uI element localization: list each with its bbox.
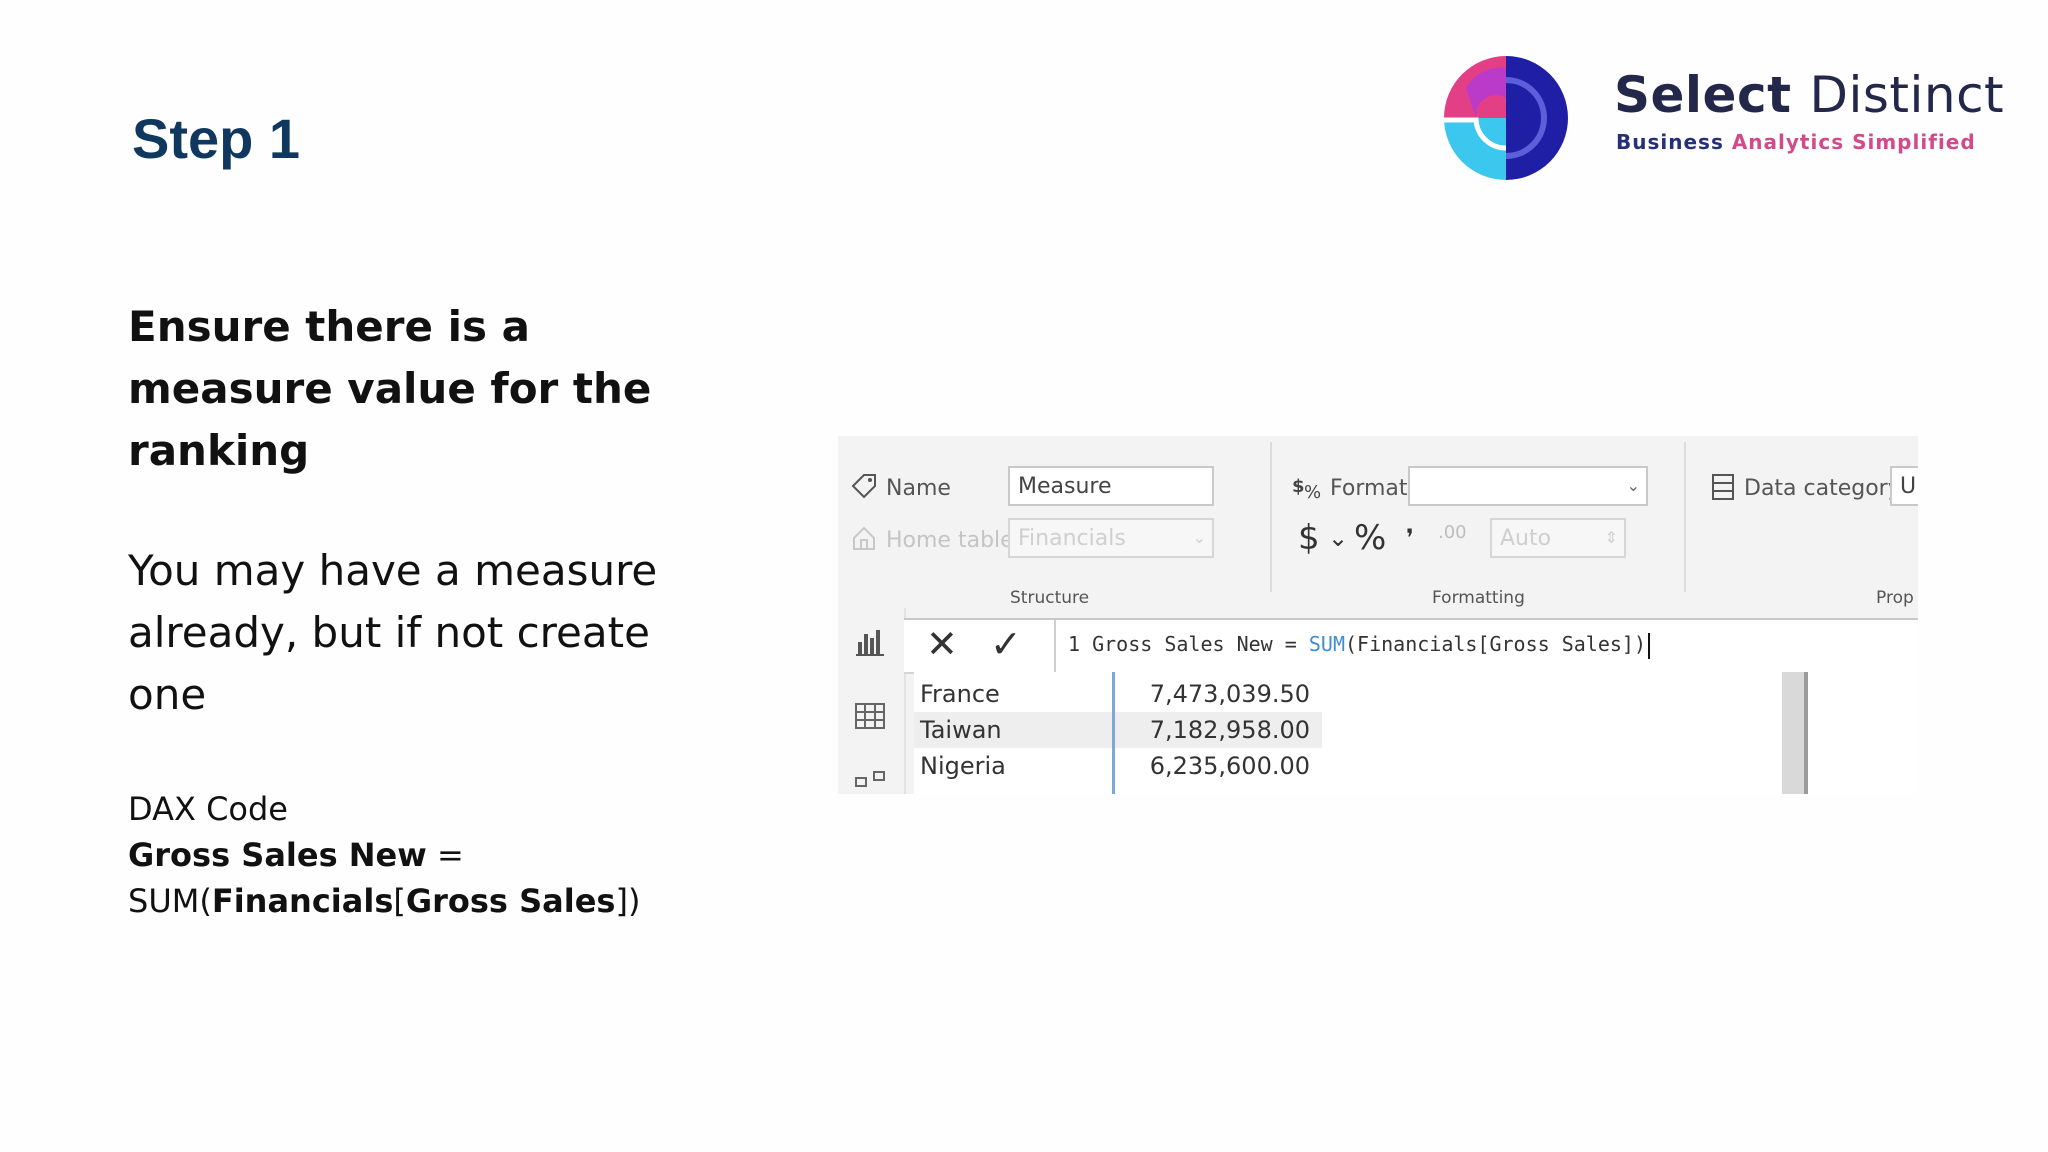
- cancel-formula-icon[interactable]: ✕: [926, 622, 958, 666]
- country-cell: Taiwan: [920, 716, 1002, 744]
- dax-table-name: Financials: [211, 882, 394, 920]
- logo-mark-icon: [1444, 56, 1568, 180]
- formula-line-number: 1: [1068, 632, 1081, 656]
- decimal-places-value: Auto: [1500, 526, 1552, 551]
- group-divider: [1684, 442, 1686, 592]
- data-category-icon: [1712, 474, 1734, 500]
- format-label: Format: [1330, 476, 1408, 501]
- currency-dropdown-button[interactable]: ⌄: [1328, 524, 1348, 552]
- powerbi-screenshot: Name Measure Home table Financials ⌄ Str…: [838, 436, 1918, 794]
- logo-tagline-part1: Business: [1616, 130, 1724, 154]
- logo-wordmark: Select Distinct: [1614, 66, 2004, 124]
- vertical-scrollbar[interactable]: [1782, 672, 1804, 794]
- format-select[interactable]: ⌄: [1408, 466, 1648, 506]
- table-row[interactable]: France 7,473,039.50: [914, 676, 1322, 712]
- formula-measure-name: Gross Sales New: [1092, 632, 1273, 656]
- scrollbar-edge: [1804, 672, 1808, 794]
- formula-equals: =: [1284, 632, 1297, 656]
- home-table-label: Home table: [886, 528, 1014, 553]
- svg-text:%: %: [1304, 482, 1321, 502]
- measure-tools-ribbon: Name Measure Home table Financials ⌄ Str…: [838, 436, 1918, 608]
- format-icon: $ %: [1292, 476, 1321, 502]
- group-divider: [1270, 442, 1272, 592]
- logo-tagline: Business Analytics Simplified: [1616, 130, 1976, 154]
- data-category-label: Data category: [1744, 476, 1901, 501]
- tag-icon: [851, 474, 876, 499]
- formula-argument: (Financials[Gross Sales]): [1344, 632, 1647, 656]
- home-table-value: Financials: [1018, 526, 1126, 551]
- table-row[interactable]: Taiwan 7,182,958.00: [914, 712, 1322, 748]
- formula-bar: ✕ ✓ 1 Gross Sales New = SUM(Financials[G…: [904, 618, 1918, 674]
- country-cell: Nigeria: [920, 752, 1006, 780]
- comma-button[interactable]: ❜: [1406, 524, 1414, 552]
- dax-code-block: DAX Code Gross Sales New = SUM(Financial…: [128, 786, 688, 924]
- formula-function: SUM: [1308, 632, 1345, 656]
- measure-name-input[interactable]: Measure: [1008, 466, 1214, 506]
- dax-equals: =: [426, 836, 464, 874]
- structure-group-title: Structure: [1010, 588, 1090, 608]
- dax-measure-name: Gross Sales New: [128, 836, 427, 874]
- logo-name-regular: Distinct: [1809, 66, 2005, 124]
- home-icon: [853, 526, 875, 550]
- slide-title: Step 1: [132, 107, 301, 170]
- svg-text:$: $: [1292, 476, 1305, 497]
- home-table-select[interactable]: Financials ⌄: [1008, 518, 1214, 558]
- dax-func-open: SUM(: [128, 882, 212, 920]
- commit-formula-icon[interactable]: ✓: [990, 622, 1022, 666]
- chevron-down-icon: ⌄: [1626, 476, 1640, 495]
- data-view-icon[interactable]: [850, 696, 890, 736]
- name-label: Name: [886, 476, 951, 501]
- slide: Step 1 Select Distinct Business Analytic…: [0, 0, 2048, 1152]
- gross-sales-cell: 7,473,039.50: [1149, 680, 1310, 708]
- logo-name-bold: Select: [1614, 66, 1792, 124]
- formatting-group-title: Formatting: [1432, 588, 1525, 608]
- model-view-icon[interactable]: [850, 768, 890, 794]
- slide-heading: Ensure there is a measure value for the …: [128, 302, 652, 475]
- data-table: France 7,473,039.50 Taiwan 7,182,958.00 …: [914, 672, 1918, 794]
- dax-code-label: DAX Code: [128, 790, 288, 828]
- slide-body: You may have a measure already, but if n…: [128, 546, 658, 719]
- percent-button[interactable]: %: [1354, 518, 1386, 558]
- currency-button[interactable]: $: [1298, 518, 1320, 558]
- data-category-select[interactable]: Ur: [1890, 466, 1918, 506]
- gross-sales-cell: 6,235,600.00: [1149, 752, 1310, 780]
- formula-input[interactable]: 1 Gross Sales New = SUM(Financials[Gross…: [1068, 632, 1651, 659]
- view-switcher-rail: [838, 608, 906, 794]
- column-divider[interactable]: [1112, 672, 1115, 794]
- text-cursor: [1648, 632, 1651, 659]
- dax-column-name: Gross Sales: [405, 882, 616, 920]
- dax-code-line-2: SUM(Financials[Gross Sales]): [128, 878, 688, 924]
- spinner-icon: ⇕: [1604, 528, 1618, 547]
- dax-code-line-1: Gross Sales New =: [128, 832, 688, 878]
- logo-tagline-part2: Analytics Simplified: [1731, 130, 1976, 154]
- dax-close: ]): [615, 882, 641, 920]
- decimal-places-button[interactable]: .00: [1438, 522, 1467, 543]
- dax-bracket-open: [: [393, 882, 406, 920]
- chevron-down-icon: ⌄: [1192, 528, 1206, 547]
- decimal-places-input[interactable]: Auto ⇕: [1490, 518, 1626, 558]
- properties-group-title: Prop: [1876, 588, 1914, 608]
- gross-sales-cell: 7,182,958.00: [1149, 716, 1310, 744]
- table-row[interactable]: Nigeria 6,235,600.00: [914, 748, 1322, 784]
- country-cell: France: [920, 680, 1000, 708]
- formula-bar-buttons: ✕ ✓: [904, 620, 1056, 672]
- report-view-icon[interactable]: [850, 620, 890, 660]
- company-logo: Select Distinct Business Analytics Simpl…: [1436, 48, 2004, 188]
